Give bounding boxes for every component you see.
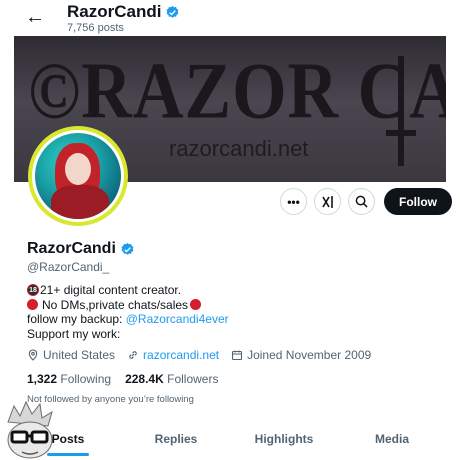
follow-stats: 1,322 Following 228.4K Followers (27, 372, 218, 386)
top-bar: ← RazorCandi 7,756 posts (0, 0, 460, 36)
joined-date: Joined November 2009 (231, 348, 371, 362)
red-circle-icon (27, 299, 38, 311)
followers-stat[interactable]: 228.4K Followers (125, 372, 218, 386)
banner-url: razorcandi.net (169, 136, 309, 161)
followers-label: Followers (167, 372, 219, 386)
verified-badge-icon[interactable] (120, 242, 135, 257)
mascot-avatar-icon (7, 400, 53, 459)
profile-meta: United States razorcandi.net Joined Nove… (27, 348, 371, 362)
tab-highlights[interactable]: Highlights (230, 418, 338, 460)
profile-name: RazorCandi (27, 240, 135, 258)
followers-count: 228.4K (125, 372, 164, 386)
search-button[interactable] (348, 188, 375, 215)
verified-badge-icon (166, 5, 179, 18)
more-button[interactable]: ••• (280, 188, 307, 215)
joined-text: Joined November 2009 (247, 348, 372, 362)
website-link[interactable]: razorcandi.net (143, 348, 219, 362)
grok-icon (321, 195, 333, 208)
avatar-body (51, 185, 109, 219)
avatar[interactable] (28, 126, 128, 226)
profile-actions: ••• Follow (280, 188, 452, 215)
avatar-face (65, 153, 91, 185)
adults-only-icon: 18 (27, 284, 39, 297)
backup-account-link[interactable]: @Razorcandi4ever (126, 312, 229, 327)
bio-line: No DMs,private chats/sales (27, 298, 229, 313)
banner-watermark: ©RAZOR CANDI (28, 47, 446, 136)
bio-line: follow my backup: @Razorcandi4ever (27, 312, 229, 327)
red-circle-icon (190, 299, 202, 311)
profile-bio: 18 21+ digital content creator. No DMs,p… (27, 283, 229, 341)
bio-text: 21+ digital content creator. (40, 283, 182, 297)
following-count: 1,322 (27, 372, 58, 386)
location-text: United States (43, 348, 116, 362)
inverted-cross-icon (386, 56, 416, 166)
bio-text: Support my work: (27, 326, 121, 341)
tab-media[interactable]: Media (338, 418, 446, 460)
bio-line: 18 21+ digital content creator. (27, 283, 229, 298)
location-pin-icon (28, 349, 38, 361)
following-label: Following (60, 372, 112, 386)
link-icon (129, 351, 137, 359)
search-icon (355, 195, 368, 208)
tab-replies[interactable]: Replies (122, 418, 230, 460)
posts-count: 7,756 posts (67, 22, 124, 34)
profile-tabs: Posts Replies Highlights Media (14, 418, 446, 460)
profile-handle: @RazorCandi_ (27, 260, 110, 274)
calendar-icon (232, 350, 243, 361)
header-title: RazorCandi (67, 2, 180, 22)
header-name: RazorCandi (67, 2, 162, 21)
following-stat[interactable]: 1,322 Following (27, 372, 111, 386)
bio-line: Support my work: (27, 327, 229, 342)
avatar-image (32, 130, 124, 222)
bio-text: follow my backup: (27, 312, 126, 326)
bio-text: No DMs,private chats/sales (42, 297, 189, 312)
arrow-left-icon[interactable]: ← (24, 6, 46, 28)
website: razorcandi.net (127, 348, 219, 362)
grok-button[interactable] (314, 188, 341, 215)
profile-name-text: RazorCandi (27, 240, 116, 257)
location: United States (27, 348, 115, 362)
follow-button[interactable]: Follow (384, 188, 452, 215)
